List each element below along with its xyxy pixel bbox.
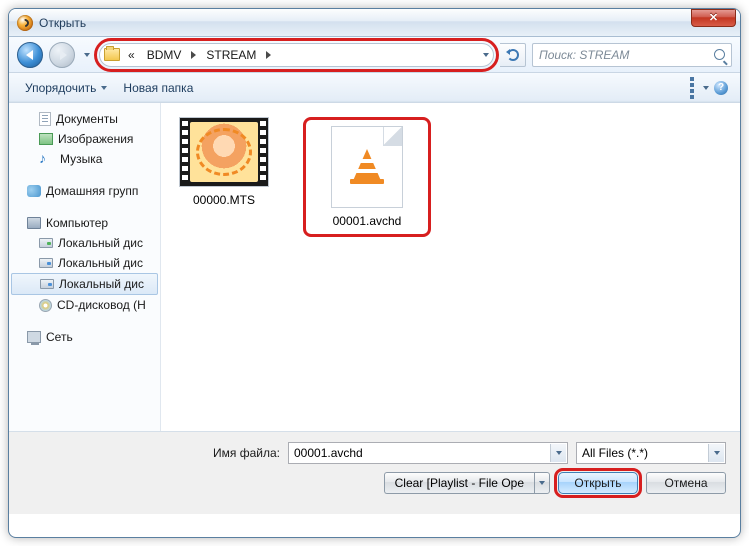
file-name: 00000.MTS — [173, 193, 275, 207]
new-folder-button[interactable]: Новая папка — [115, 77, 201, 99]
chevron-down-icon — [539, 481, 545, 485]
search-icon — [714, 49, 725, 60]
dropdown-button[interactable] — [708, 444, 724, 462]
refresh-icon — [507, 49, 519, 61]
breadcrumb-prefix: « — [124, 46, 139, 64]
tree-node-drive[interactable]: Локальный дис — [9, 233, 160, 253]
tree-node-images[interactable]: Изображения — [9, 129, 160, 149]
file-item-avchd[interactable]: 00001.avchd — [316, 126, 418, 228]
tree-node-drive[interactable]: Локальный дис — [9, 253, 160, 273]
chevron-down-icon — [714, 451, 720, 455]
chevron-down-icon — [703, 86, 709, 90]
tree-node-drive-selected[interactable]: Локальный дис — [11, 273, 158, 295]
tree-node-music[interactable]: ♪Музыка — [9, 149, 160, 169]
forward-button[interactable] — [49, 42, 75, 68]
close-icon: ✕ — [709, 11, 718, 24]
vlc-file-icon — [331, 126, 403, 208]
open-dialog-window: Открыть ✕ « BDMV STREAM Поиск: STREAM Уп… — [8, 8, 741, 538]
filename-label: Имя файла: — [213, 446, 280, 460]
help-icon: ? — [714, 81, 728, 95]
filename-value: 00001.avchd — [294, 446, 363, 460]
help-button[interactable]: ? — [710, 79, 732, 97]
drive-icon — [40, 279, 54, 289]
new-folder-label: Новая папка — [123, 81, 193, 95]
clear-split-button[interactable]: Clear [Playlist - File Ope — [384, 472, 550, 494]
arrow-right-icon — [60, 50, 67, 60]
drive-icon — [39, 258, 53, 268]
breadcrumb-part[interactable]: BDMV — [143, 46, 186, 64]
clear-button-label[interactable]: Clear [Playlist - File Ope — [384, 472, 534, 494]
filetype-value: All Files (*.*) — [582, 446, 648, 460]
search-placeholder: Поиск: STREAM — [539, 48, 629, 62]
computer-icon — [27, 217, 41, 229]
dialog-bottom: Имя файла: 00001.avchd All Files (*.*) C… — [9, 431, 740, 514]
filetype-select[interactable]: All Files (*.*) — [576, 442, 726, 464]
drive-icon — [39, 238, 53, 248]
clear-button-dropdown[interactable] — [534, 472, 550, 494]
close-button[interactable]: ✕ — [691, 9, 736, 27]
tree-node-cd[interactable]: CD-дисковод (H — [9, 295, 160, 315]
breadcrumb-part[interactable]: STREAM — [202, 46, 260, 64]
nav-history-dropdown[interactable] — [81, 45, 93, 65]
refresh-button[interactable] — [500, 43, 526, 67]
chevron-down-icon — [101, 86, 107, 90]
filename-input[interactable]: 00001.avchd — [288, 442, 568, 464]
document-icon — [39, 112, 51, 126]
app-icon — [17, 15, 33, 31]
tree-node-homegroup[interactable]: Домашняя групп — [9, 181, 160, 201]
address-bar[interactable]: « BDMV STREAM — [99, 43, 494, 67]
organize-button[interactable]: Упорядочить — [17, 77, 115, 99]
back-button[interactable] — [17, 42, 43, 68]
nav-row: « BDMV STREAM Поиск: STREAM — [9, 37, 740, 73]
chevron-down-icon — [84, 53, 90, 57]
tree-node-network[interactable]: Сеть — [9, 327, 160, 347]
breadcrumb-separator-icon — [266, 51, 271, 59]
file-item-mts[interactable]: 00000.MTS — [173, 117, 275, 207]
images-icon — [39, 133, 53, 145]
music-icon: ♪ — [39, 152, 55, 166]
organize-label: Упорядочить — [25, 81, 96, 95]
annotation-highlight: 00001.avchd — [303, 117, 431, 237]
cd-icon — [39, 299, 52, 312]
address-dropdown-icon[interactable] — [483, 53, 489, 57]
toolbar: Упорядочить Новая папка ? — [9, 73, 740, 103]
view-mode-button[interactable] — [688, 79, 710, 97]
file-list[interactable]: 00000.MTS 00001.avchd — [161, 103, 740, 431]
tree-node-documents[interactable]: Документы — [9, 109, 160, 129]
file-name: 00001.avchd — [316, 214, 418, 228]
network-icon — [27, 331, 41, 343]
video-thumbnail — [179, 117, 269, 187]
dialog-body: Документы Изображения ♪Музыка Домашняя г… — [9, 103, 740, 431]
breadcrumb-separator-icon — [191, 51, 196, 59]
window-title: Открыть — [39, 16, 86, 30]
grid-view-icon — [689, 76, 700, 100]
cancel-button[interactable]: Отмена — [646, 472, 726, 494]
chevron-down-icon — [556, 451, 562, 455]
search-input[interactable]: Поиск: STREAM — [532, 43, 732, 67]
titlebar: Открыть ✕ — [9, 9, 740, 37]
homegroup-icon — [27, 185, 41, 197]
open-button[interactable]: Открыть — [558, 472, 638, 494]
navigation-tree[interactable]: Документы Изображения ♪Музыка Домашняя г… — [9, 103, 161, 431]
tree-node-computer[interactable]: Компьютер — [9, 213, 160, 233]
dropdown-button[interactable] — [550, 444, 566, 462]
arrow-left-icon — [26, 50, 33, 60]
folder-icon — [104, 48, 120, 61]
